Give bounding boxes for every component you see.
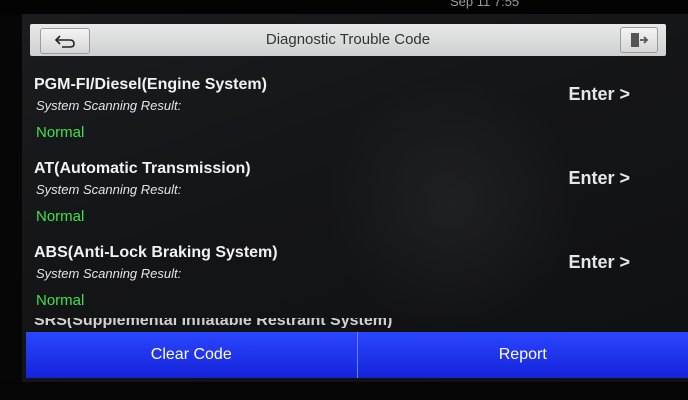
clear-code-button[interactable]: Clear Code (26, 332, 357, 378)
status-bar-time: Sep 11 7:55 (450, 0, 520, 9)
enter-button[interactable]: Enter > (568, 168, 630, 189)
system-name: PGM-FI/Diesel(Engine System) (34, 76, 267, 93)
status-badge: Normal (36, 292, 85, 309)
page-title: Diagnostic Trouble Code (265, 31, 431, 48)
list-item: PGM-FI/Diesel(Engine System) System Scan… (22, 76, 688, 156)
enter-button[interactable]: Enter > (568, 84, 630, 105)
scan-result-label: System Scanning Result: (36, 182, 182, 197)
system-name-partial[interactable]: SRS(Supplemental Inflatable Restraint Sy… (34, 318, 392, 328)
title-bar: Diagnostic Trouble Code (30, 24, 666, 56)
status-badge: Normal (36, 208, 85, 225)
status-badge: Normal (36, 124, 85, 141)
action-bar: Clear Code Report (26, 332, 688, 378)
enter-button[interactable]: Enter > (568, 252, 630, 273)
system-name: AT(Automatic Transmission) (34, 160, 251, 177)
list-item: AT(Automatic Transmission) System Scanni… (22, 160, 688, 240)
system-name: ABS(Anti-Lock Braking System) (34, 244, 278, 261)
bottom-bezel (0, 382, 688, 400)
scan-result-label: System Scanning Result: (36, 98, 182, 113)
report-button[interactable]: Report (356, 332, 688, 378)
device-frame: Sep 11 7:55 Diagnostic Trouble Code PGM-… (0, 0, 688, 400)
list-item: ABS(Anti-Lock Braking System) System Sca… (22, 244, 688, 324)
screen: Diagnostic Trouble Code PGM-FI/Diesel(En… (22, 14, 688, 382)
exit-icon (631, 33, 649, 47)
scan-result-label: System Scanning Result: (36, 266, 182, 281)
top-bezel: Sep 11 7:55 (0, 0, 688, 14)
exit-button[interactable] (620, 27, 658, 53)
